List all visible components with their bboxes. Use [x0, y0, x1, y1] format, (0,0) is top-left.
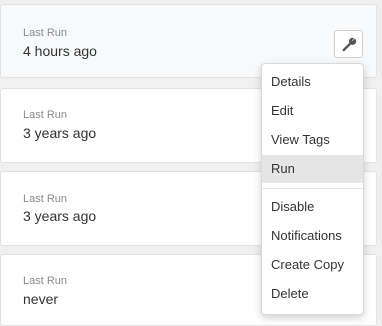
job-list: Last Run 4 hours ago Last Run 3 years ag… [0, 0, 382, 326]
menu-item-details[interactable]: Details [262, 68, 363, 96]
menu-item-view-tags[interactable]: View Tags [262, 126, 363, 154]
actions-button[interactable] [334, 30, 363, 58]
last-run-label: Last Run [23, 109, 68, 121]
menu-item-delete[interactable]: Delete [262, 280, 363, 308]
menu-item-edit[interactable]: Edit [262, 97, 363, 125]
menu-item-create-copy[interactable]: Create Copy [262, 251, 363, 279]
menu-divider [262, 188, 363, 189]
last-run-label: Last Run [23, 275, 68, 287]
last-run-value: 3 years ago [23, 125, 97, 141]
menu-item-notifications[interactable]: Notifications [262, 222, 363, 250]
last-run-value: 4 hours ago [23, 43, 97, 59]
actions-dropdown-menu: Details Edit View Tags Run Disable Notif… [261, 63, 364, 315]
menu-item-disable[interactable]: Disable [262, 193, 363, 221]
menu-item-run[interactable]: Run [262, 155, 363, 183]
last-run-label: Last Run [23, 27, 68, 39]
last-run-value: 3 years ago [23, 208, 97, 224]
last-run-value: never [23, 291, 59, 307]
wrench-icon [342, 37, 356, 52]
last-run-label: Last Run [23, 193, 68, 205]
